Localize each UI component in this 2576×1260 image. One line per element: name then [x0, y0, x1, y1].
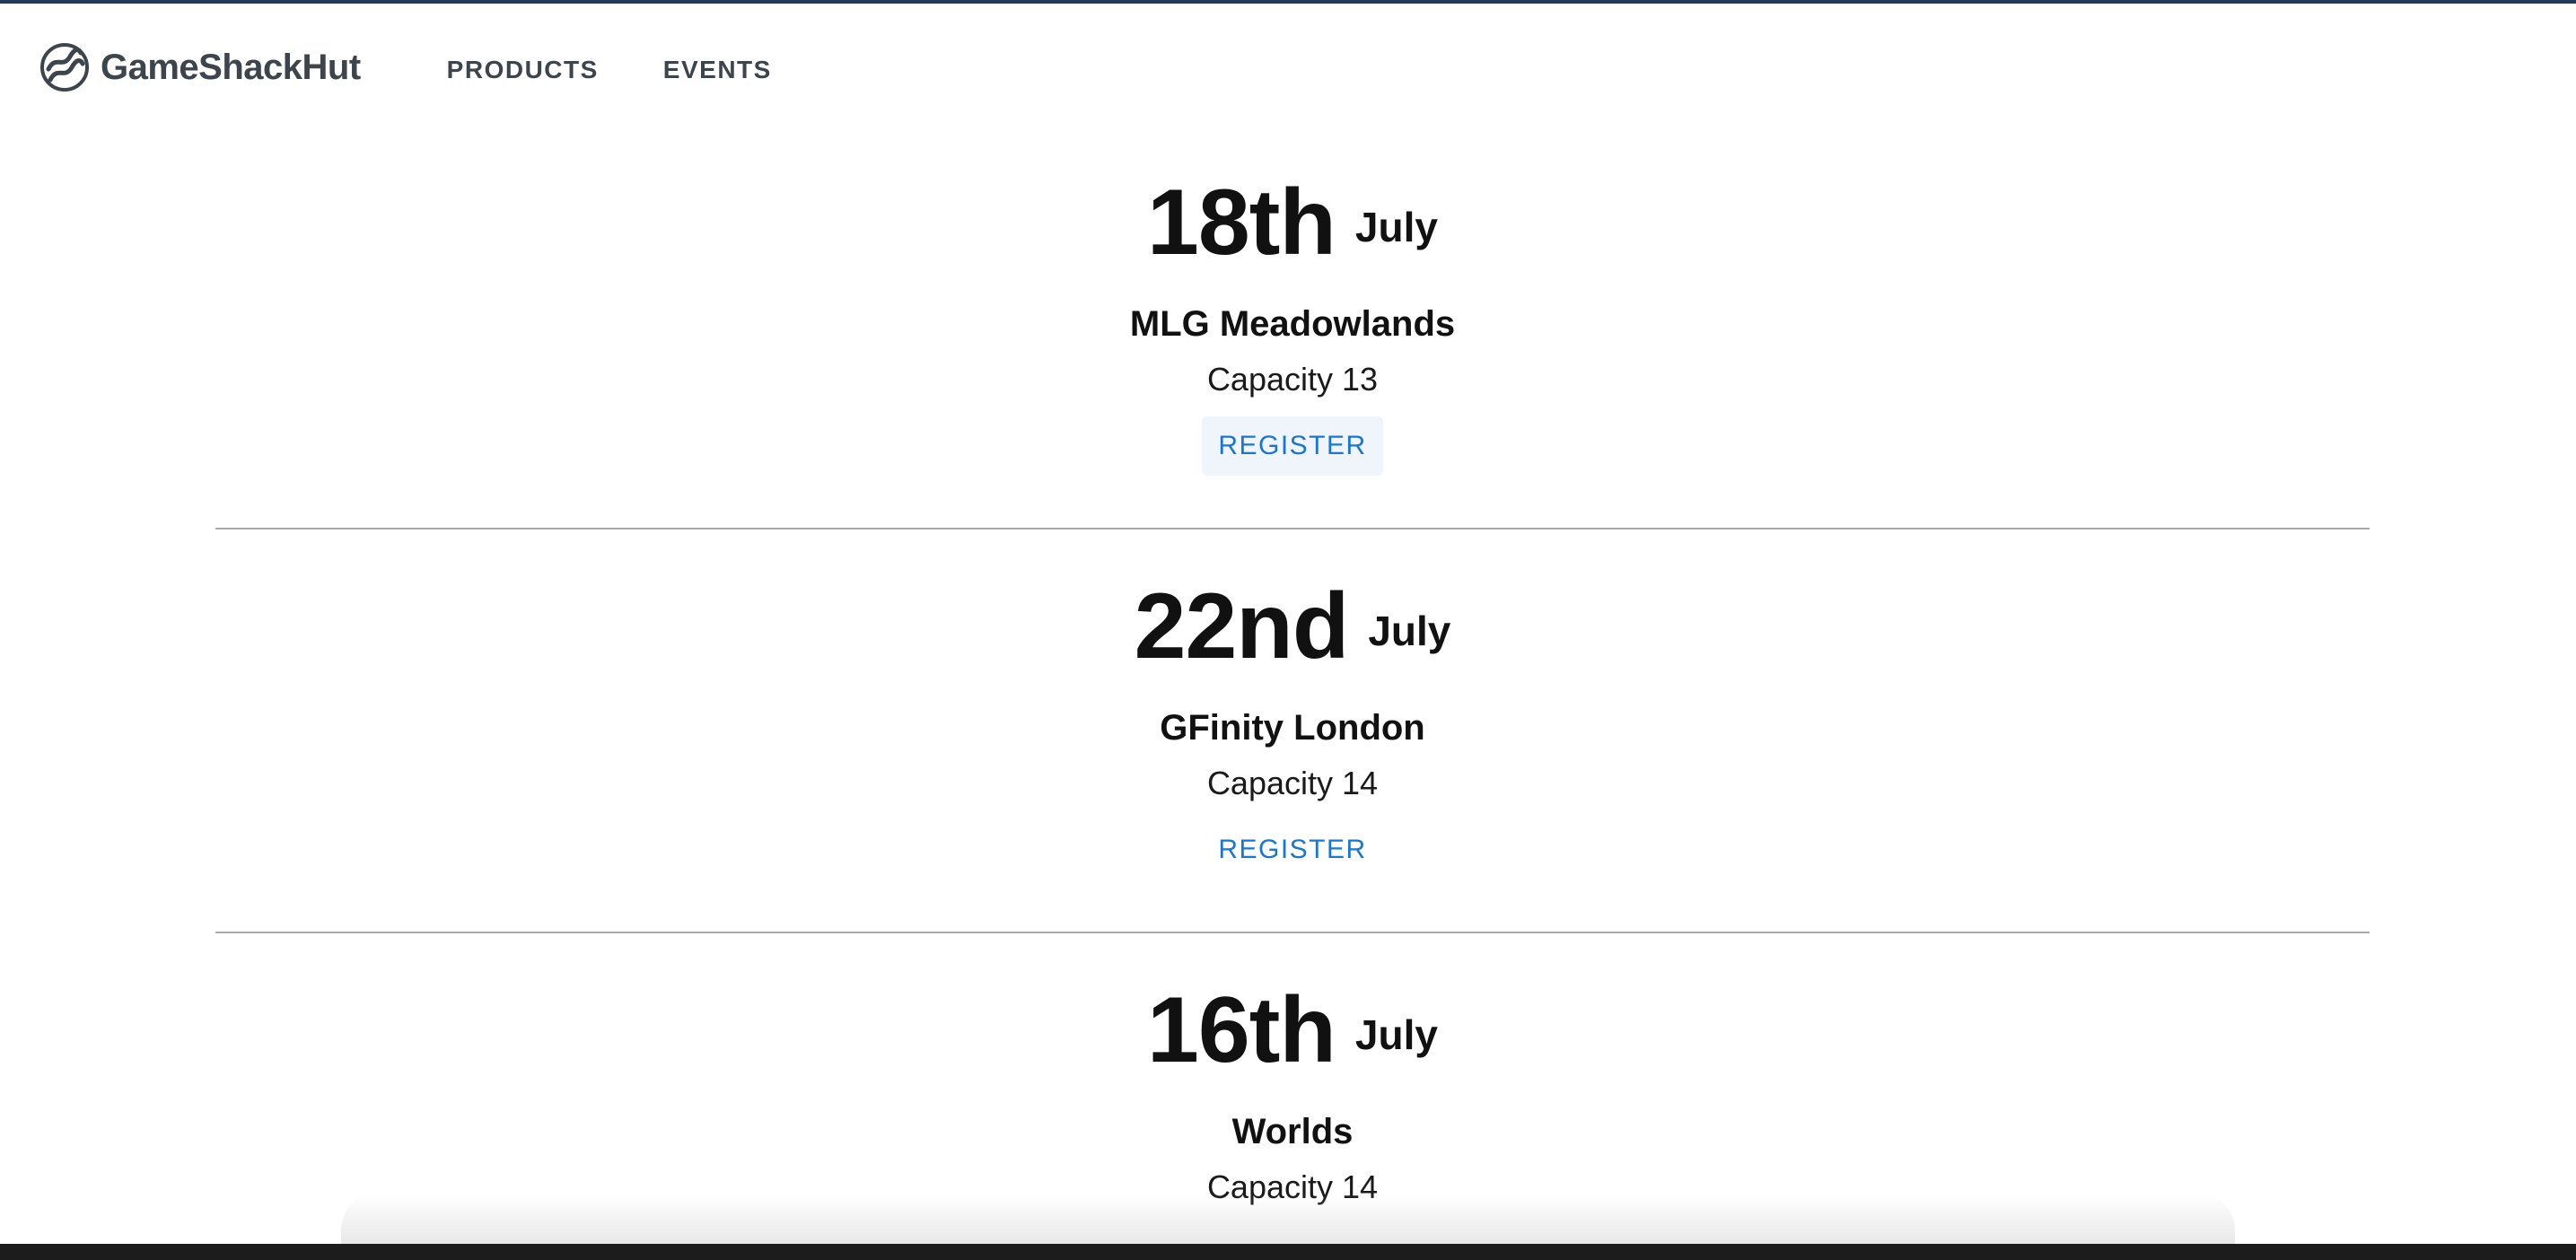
event-date: 22nd July [215, 580, 2370, 682]
event-month: July [1368, 608, 1451, 654]
brand-link[interactable]: GameShackHut [39, 42, 361, 92]
nav-products[interactable]: PRODUCTS [447, 56, 599, 84]
event-day: 18th [1147, 171, 1336, 275]
brand-name: GameShackHut [101, 47, 361, 87]
event-card: 16th July Worlds Capacity 14 [215, 984, 2370, 1206]
divider [215, 528, 2370, 529]
event-date: 18th July [215, 176, 2370, 278]
event-name: MLG Meadowlands [1129, 304, 1456, 344]
event-name: GFinity London [1160, 708, 1425, 748]
event-capacity: Capacity 14 [1206, 765, 1379, 801]
register-button[interactable]: REGISTER [1202, 820, 1382, 879]
event-card: 18th July MLG Meadowlands Capacity 13 RE… [215, 176, 2370, 529]
event-card: 22nd July GFinity London Capacity 14 REG… [215, 580, 2370, 933]
events-list: 18th July MLG Meadowlands Capacity 13 RE… [215, 176, 2370, 1206]
window-bottom-edge [0, 1244, 2576, 1260]
nav-events[interactable]: EVENTS [663, 56, 772, 84]
event-name: Worlds [1231, 1112, 1354, 1151]
bottom-shadow [341, 1194, 2235, 1244]
event-date: 16th July [215, 984, 2370, 1086]
event-day: 22nd [1134, 574, 1350, 678]
divider [215, 932, 2370, 933]
event-capacity: Capacity 13 [1206, 361, 1379, 398]
event-month: July [1354, 1011, 1438, 1058]
site-header: GameShackHut PRODUCTS EVENTS [0, 4, 2576, 138]
register-button[interactable]: REGISTER [1202, 416, 1383, 476]
logo-icon [40, 43, 89, 92]
main-nav: PRODUCTS EVENTS [447, 56, 837, 84]
event-month: July [1354, 204, 1438, 250]
event-day: 16th [1147, 978, 1336, 1082]
